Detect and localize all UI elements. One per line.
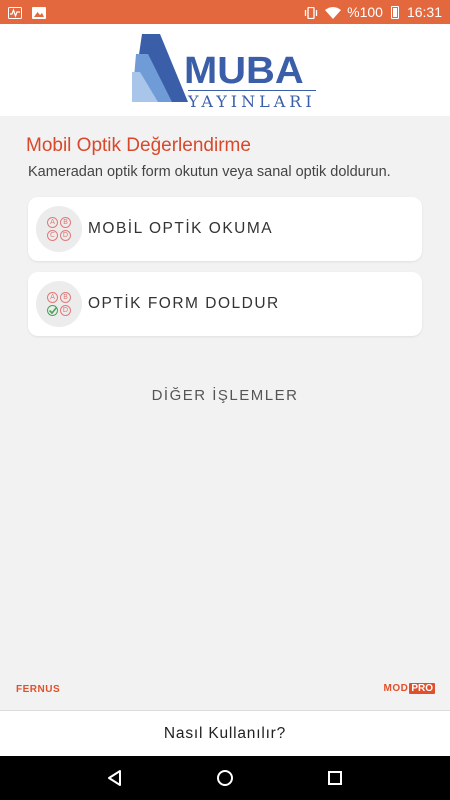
modpro-logo-part1: MOD [383,683,409,694]
page-title: Mobil Optik Değerlendirme [26,135,251,156]
modpro-logo: MOD PRO [383,683,435,694]
mobile-optic-read-button[interactable]: A B C D MOBİL OPTİK OKUMA [28,197,422,261]
check-icon [48,306,58,315]
bubble-c: C [47,230,58,241]
battery-charging-icon [390,5,399,19]
card-label: OPTİK FORM DOLDUR [88,295,280,312]
bubble-d: D [60,230,71,241]
activity-icon [8,6,22,19]
vibrate-icon [303,6,318,20]
wifi-icon [325,6,342,19]
back-icon[interactable] [103,766,127,790]
how-to-use-button[interactable]: Nasıl Kullanılır? [0,710,450,756]
bubble-b: B [60,292,71,303]
muba-logo: MUBA YAYINLARI [132,32,322,112]
clock: 16:31 [406,4,442,20]
bubble-a: A [47,292,58,303]
home-icon[interactable] [213,766,237,790]
abcd-checked-bubbles-icon: A B D [36,281,82,327]
image-icon [32,6,46,19]
bubble-b: B [60,217,71,228]
logo-mountain-icon [132,34,188,102]
recents-icon[interactable] [323,766,347,790]
bubble-c-checked [47,305,58,316]
logo-main-text: MUBA [184,50,304,92]
card-label: MOBİL OPTİK OKUMA [88,220,274,237]
abcd-bubbles-icon: A B C D [36,206,82,252]
status-bar: %100 16:31 [0,0,450,24]
modpro-logo-part2: PRO [409,683,435,694]
logo-sub-text: YAYINLARI [188,90,316,111]
app-header: MUBA YAYINLARI [0,24,450,116]
battery-percentage: %100 [347,4,383,20]
fill-optic-form-button[interactable]: A B D OPTİK FORM DOLDUR [28,272,422,336]
page-subtitle: Kameradan optik form okutun veya sanal o… [28,164,391,180]
system-nav-bar [0,756,450,800]
bubble-d: D [60,305,71,316]
fernus-logo: FERNUS [16,684,61,695]
bubble-a: A [47,217,58,228]
other-operations-button[interactable]: DİĞER İŞLEMLER [0,387,450,404]
